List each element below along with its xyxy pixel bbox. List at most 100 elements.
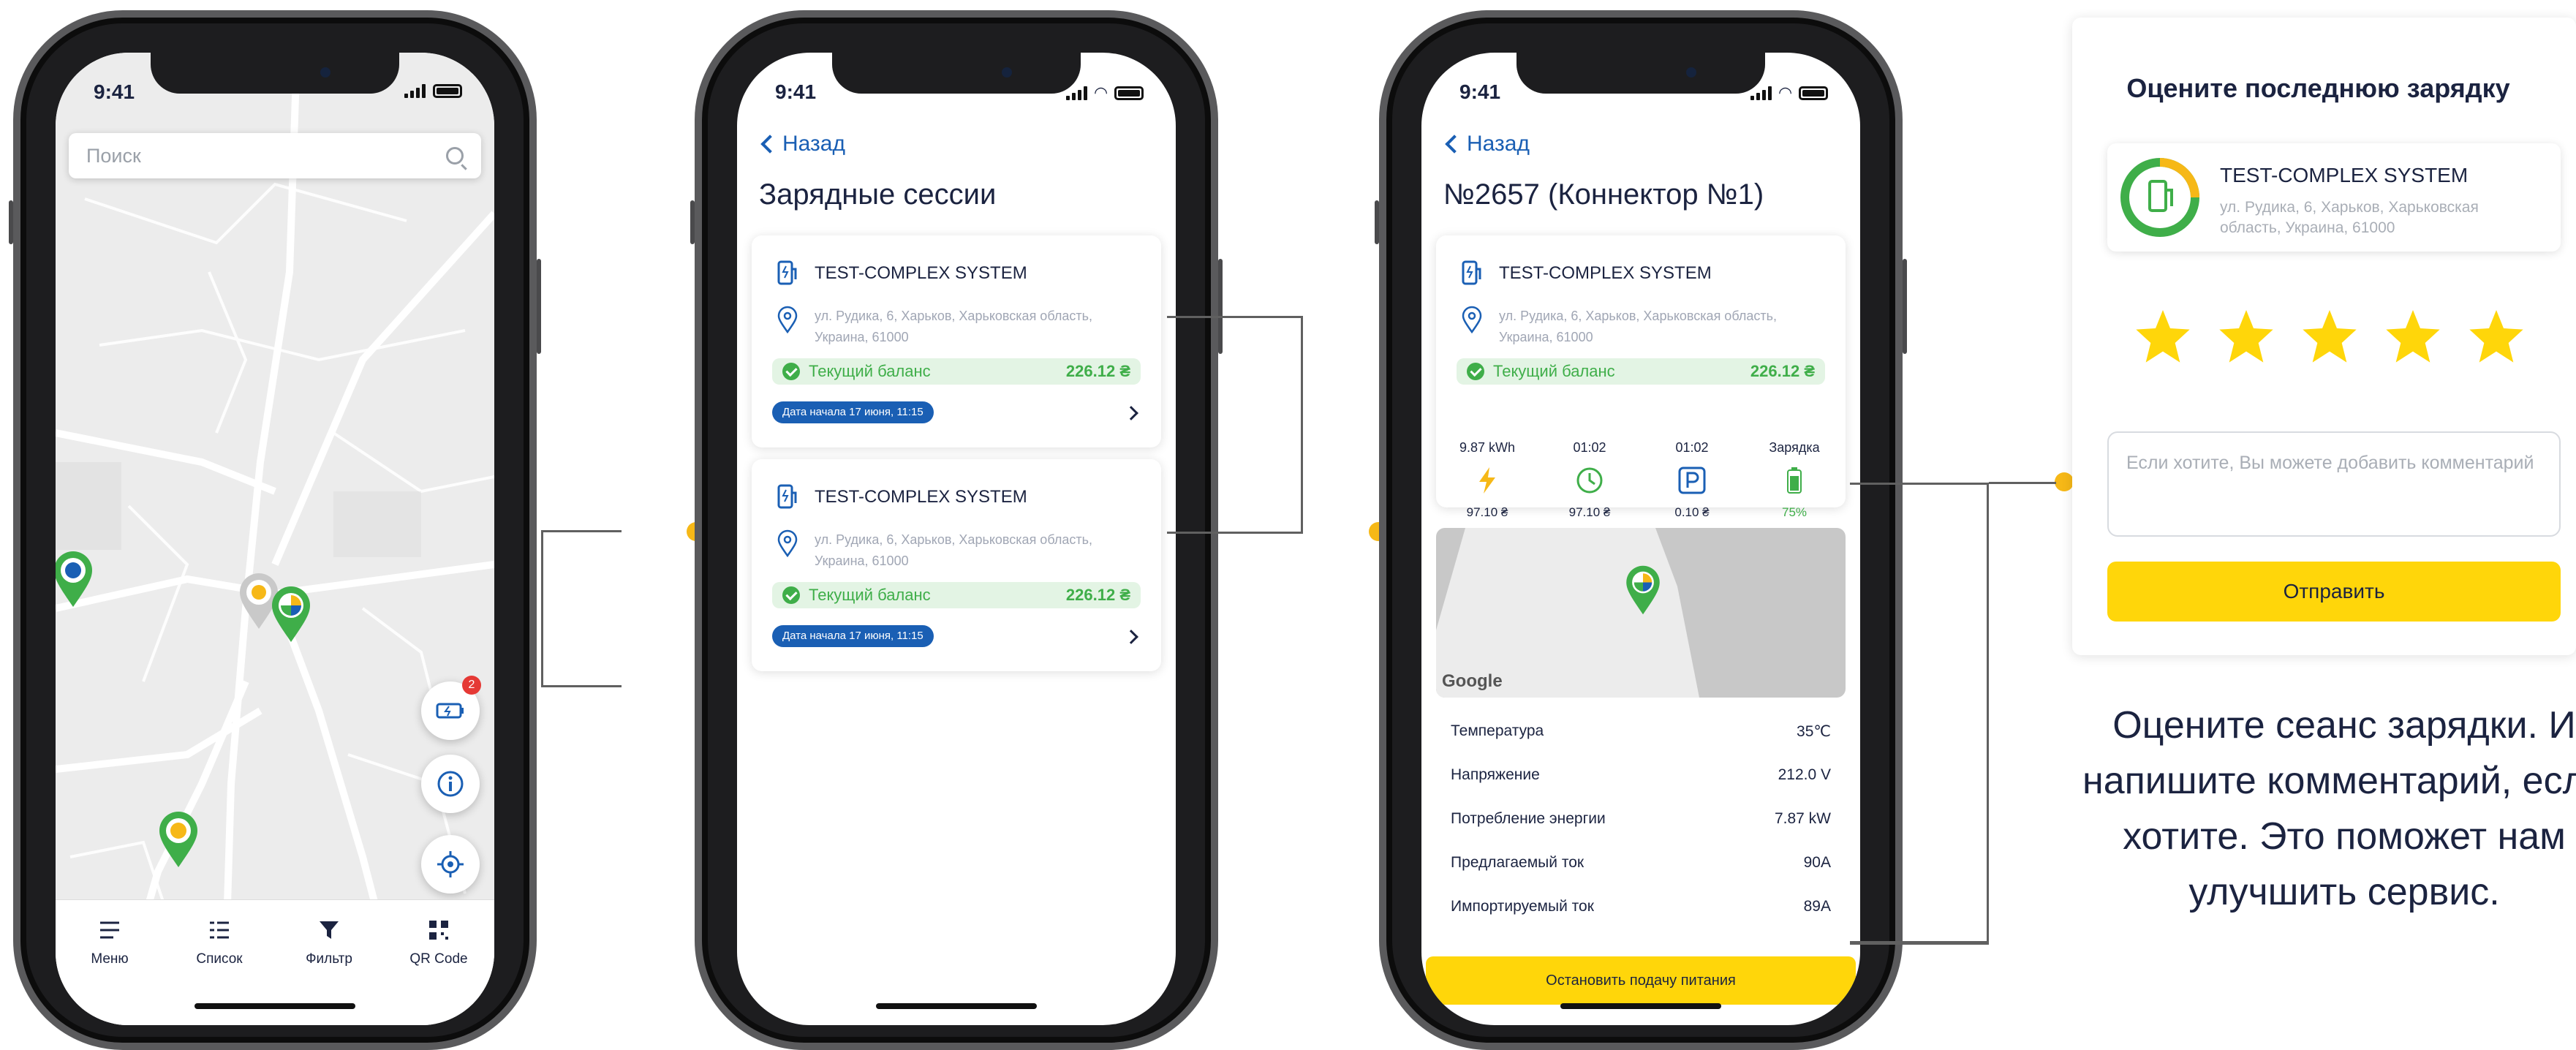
parking-icon xyxy=(1678,467,1706,494)
station-name: TEST-COMPLEX SYSTEM xyxy=(1499,263,1712,283)
charger-icon xyxy=(777,260,797,285)
session-card[interactable]: TEST-COMPLEX SYSTEM ул. Рудика, 6, Харьк… xyxy=(752,235,1161,447)
phone-sessions: 9:41 ◠ Назад Зарядные сессии TEST-COMPLE… xyxy=(690,10,1223,1050)
station-pin-yellow[interactable] xyxy=(158,810,199,872)
clock-icon xyxy=(1576,467,1603,494)
battery-icon xyxy=(433,83,462,98)
location-pin-icon xyxy=(777,306,798,333)
rated-station-card: TEST-COMPLEX SYSTEM ул. Рудика, 6, Харьк… xyxy=(2107,143,2561,252)
info-icon xyxy=(437,771,464,797)
property-row: Напряжение 212.0 V xyxy=(1451,766,1831,783)
list-icon xyxy=(210,921,229,939)
battery-icon xyxy=(1114,86,1144,100)
phone-map: Поиск 2 Меню Список Фильтр QR Code 9:41 xyxy=(9,10,541,1050)
charger-icon xyxy=(777,484,797,509)
charger-icon xyxy=(1462,260,1481,285)
tab-menu[interactable]: Меню xyxy=(66,915,154,967)
google-logo: Google xyxy=(1442,671,1503,691)
station-address: ул. Рудика, 6, Харьков, Харьковская обла… xyxy=(2220,199,2479,236)
qr-icon xyxy=(429,921,448,940)
parking-metric: 01:02 0.10 ₴ xyxy=(1674,440,1710,519)
duration-metric: 01:02 97.10 ₴ xyxy=(1568,440,1611,519)
bottom-tab-bar: Меню Список Фильтр QR Code xyxy=(56,899,494,1025)
rating-panel: Оцените последнюю зарядку TEST-COMPLEX S… xyxy=(2072,18,2576,655)
station-pin[interactable] xyxy=(1625,564,1661,619)
connector-dot xyxy=(2055,472,2074,491)
session-card[interactable]: TEST-COMPLEX SYSTEM ул. Рудика, 6, Харьк… xyxy=(752,459,1161,671)
station-pin-green[interactable] xyxy=(56,550,94,612)
station-logo-icon xyxy=(2120,158,2199,237)
rating-title: Оцените последнюю зарядку xyxy=(2126,73,2510,103)
balance-row: Текущий баланс 226.12 ₴ xyxy=(772,358,1141,385)
station-name: TEST-COMPLEX SYSTEM xyxy=(2220,164,2469,186)
search-input[interactable]: Поиск xyxy=(69,133,481,178)
chevron-left-icon xyxy=(760,135,779,154)
comment-field[interactable]: Если хотите, Вы можете добавить коммента… xyxy=(2107,431,2561,537)
send-button[interactable]: Отправить xyxy=(2107,562,2561,622)
signal-icon xyxy=(1750,86,1772,100)
home-indicator xyxy=(876,1003,1037,1009)
chevron-right-icon xyxy=(1124,630,1138,644)
station-address: ул. Рудика, 6, Харьков, Харьковская обла… xyxy=(815,309,1092,344)
property-row: Потребление энергии 7.87 kW xyxy=(1451,810,1831,827)
session-details-screen: 9:41 ◠ Назад №2657 (Коннектор №1) TEST-C… xyxy=(1421,53,1860,1025)
balance-row: Текущий баланс 226.12 ₴ xyxy=(1457,358,1825,385)
star-rating[interactable] xyxy=(2134,307,2526,364)
charge-level-metric: Зарядка 75% xyxy=(1769,440,1820,519)
check-icon xyxy=(1467,363,1484,380)
chevron-left-icon xyxy=(1445,135,1464,154)
home-indicator xyxy=(1560,1003,1721,1009)
check-icon xyxy=(782,363,800,380)
property-row: Температура 35℃ xyxy=(1451,722,1831,740)
station-pin-multicolor[interactable] xyxy=(271,585,311,647)
locate-me-button[interactable] xyxy=(421,835,480,894)
chevron-right-icon xyxy=(1124,406,1138,420)
wifi-icon: ◠ xyxy=(1095,83,1107,102)
location-pin-icon xyxy=(777,529,798,557)
station-map[interactable]: Google xyxy=(1436,528,1846,698)
star-icon[interactable] xyxy=(2217,307,2275,364)
status-bar: 9:41 ◠ xyxy=(737,78,1176,107)
stop-charging-button[interactable]: Остановить подачу питания xyxy=(1426,956,1856,1005)
tab-filter[interactable]: Фильтр xyxy=(285,915,373,967)
signal-icon xyxy=(1066,86,1088,100)
search-icon[interactable] xyxy=(446,147,464,165)
map-screen: Поиск 2 Меню Список Фильтр QR Code 9:41 xyxy=(56,53,494,1025)
menu-icon xyxy=(100,921,119,939)
star-icon[interactable] xyxy=(2134,307,2192,364)
rating-caption: Оцените сеанс зарядки. И напишите коммен… xyxy=(2082,704,2576,913)
station-name: TEST-COMPLEX SYSTEM xyxy=(815,263,1027,283)
tab-list[interactable]: Список xyxy=(175,915,263,967)
star-icon[interactable] xyxy=(2300,307,2359,364)
station-address: ул. Рудика, 6, Харьков, Харьковская обла… xyxy=(815,532,1092,568)
energy-metric: 9.87 kWh 97.10 ₴ xyxy=(1459,440,1516,519)
page-title: Зарядные сессии xyxy=(759,178,997,211)
start-date-badge: Дата начала 17 июня, 11:15 xyxy=(772,625,934,647)
back-button[interactable]: Назад xyxy=(1443,132,1530,156)
crosshair-icon xyxy=(437,851,464,877)
property-row: Предлагаемый ток 90A xyxy=(1451,854,1831,871)
lightning-icon xyxy=(1479,467,1495,494)
station-name: TEST-COMPLEX SYSTEM xyxy=(815,487,1027,507)
home-indicator xyxy=(194,1003,355,1009)
check-icon xyxy=(782,586,800,604)
info-button[interactable] xyxy=(421,755,480,813)
session-properties: Температура 35℃ Напряжение 212.0 V Потребл… xyxy=(1451,709,1831,929)
start-date-badge: Дата начала 17 июня, 11:15 xyxy=(772,401,934,423)
phone-session-details: 9:41 ◠ Назад №2657 (Коннектор №1) TEST-C… xyxy=(1375,10,1907,1050)
back-button[interactable]: Назад xyxy=(759,132,845,156)
battery-charge-icon xyxy=(436,703,464,719)
property-row: Импортируемый ток 89A xyxy=(1451,898,1831,915)
location-pin-icon xyxy=(1462,306,1482,333)
page-title: №2657 (Коннектор №1) xyxy=(1443,178,1764,211)
status-bar: 9:41 ◠ xyxy=(1421,78,1860,107)
star-icon[interactable] xyxy=(2467,307,2526,364)
charging-sessions-button[interactable]: 2 xyxy=(421,676,481,740)
station-address: ул. Рудика, 6, Харьков, Харьковская обла… xyxy=(1499,309,1777,344)
tab-qr-code[interactable]: QR Code xyxy=(395,915,483,967)
search-placeholder: Поиск xyxy=(86,144,141,167)
signal-icon xyxy=(404,83,426,98)
session-metrics: 9.87 kWh 97.10 ₴ 01:02 97.10 ₴ 01:02 0.1… xyxy=(1436,440,1846,520)
star-icon[interactable] xyxy=(2384,307,2442,364)
wifi-icon: ◠ xyxy=(1779,83,1791,102)
